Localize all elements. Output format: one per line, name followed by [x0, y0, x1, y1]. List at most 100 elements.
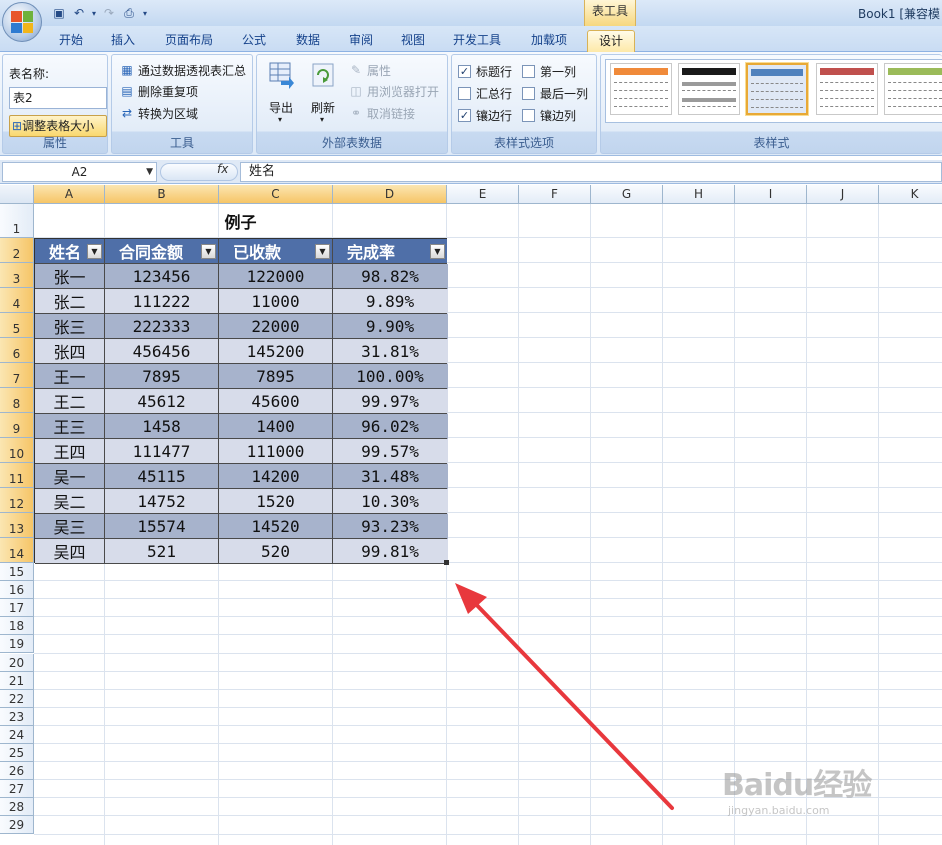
row-header-1[interactable]: 1 [0, 204, 34, 238]
row-header-11[interactable]: 11 [0, 463, 34, 488]
contract-amount-cell[interactable]: 456456 [105, 339, 219, 364]
completion-rate-cell[interactable]: 9.89% [333, 289, 447, 314]
contract-amount-cell[interactable]: 222333 [105, 314, 219, 339]
row-header-26[interactable]: 26 [0, 762, 34, 781]
completion-rate-cell[interactable]: 99.97% [333, 389, 447, 414]
row-header-22[interactable]: 22 [0, 689, 34, 708]
row-header-2[interactable]: 2 [0, 238, 34, 263]
row-header-6[interactable]: 6 [0, 338, 34, 363]
contract-amount-cell[interactable]: 45612 [105, 389, 219, 414]
row-header-29[interactable]: 29 [0, 816, 34, 835]
total-row-checkbox[interactable] [458, 87, 471, 100]
row-header-28[interactable]: 28 [0, 798, 34, 817]
row-header-3[interactable]: 3 [0, 263, 34, 288]
completion-rate-cell[interactable]: 99.81% [333, 539, 447, 564]
tab-insert[interactable]: 插入 [100, 30, 146, 52]
row-header-15[interactable]: 15 [0, 563, 34, 582]
contract-amount-cell[interactable]: 123456 [105, 264, 219, 289]
row-header-14[interactable]: 14 [0, 538, 34, 563]
contract-amount-cell[interactable]: 45115 [105, 464, 219, 489]
row-header-5[interactable]: 5 [0, 313, 34, 338]
completion-rate-cell[interactable]: 31.48% [333, 464, 447, 489]
save-icon[interactable]: ▣ [50, 4, 68, 22]
row-header-9[interactable]: 9 [0, 413, 34, 438]
name-cell[interactable]: 张四 [35, 339, 105, 364]
customize-toolbar-icon[interactable]: ▾ [140, 4, 150, 22]
tab-formulas[interactable]: 公式 [232, 30, 276, 52]
completion-rate-cell[interactable]: 99.57% [333, 439, 447, 464]
name-cell[interactable]: 张二 [35, 289, 105, 314]
contract-amount-cell[interactable]: 111222 [105, 289, 219, 314]
table-resize-handle[interactable] [444, 560, 449, 565]
completion-rate-cell[interactable]: 100.00% [333, 364, 447, 389]
tab-home[interactable]: 开始 [48, 30, 94, 52]
name-cell[interactable]: 吴二 [35, 489, 105, 514]
name-cell[interactable]: 王三 [35, 414, 105, 439]
table-style-swatch[interactable] [884, 63, 942, 115]
sheet-title-cell[interactable]: 例子 [34, 204, 447, 238]
row-header-19[interactable]: 19 [0, 635, 34, 654]
contract-amount-cell[interactable]: 15574 [105, 514, 219, 539]
table-style-swatch[interactable] [816, 63, 878, 115]
received-cell[interactable]: 11000 [219, 289, 333, 314]
received-cell[interactable]: 14200 [219, 464, 333, 489]
completion-rate-cell[interactable]: 96.02% [333, 414, 447, 439]
row-header-10[interactable]: 10 [0, 438, 34, 463]
row-header-23[interactable]: 23 [0, 707, 34, 726]
row-header-8[interactable]: 8 [0, 388, 34, 413]
received-cell[interactable]: 145200 [219, 339, 333, 364]
received-cell[interactable]: 122000 [219, 264, 333, 289]
filter-dropdown-icon[interactable]: ▼ [201, 243, 216, 259]
column-header-j[interactable]: J [807, 185, 879, 204]
received-cell[interactable]: 7895 [219, 364, 333, 389]
name-cell[interactable]: 吴三 [35, 514, 105, 539]
row-header-13[interactable]: 13 [0, 513, 34, 538]
redo-icon[interactable]: ↷ [100, 4, 118, 22]
completion-rate-cell[interactable]: 98.82% [333, 264, 447, 289]
filter-dropdown-icon[interactable]: ▼ [315, 243, 330, 259]
name-cell[interactable]: 吴一 [35, 464, 105, 489]
worksheet-grid[interactable]: ABCDEFGHIJK 1 2 3 4 5 6 7 8 9 10 11 12 13 14 15 16 17 18 1… [0, 185, 942, 845]
name-box-dropdown-icon[interactable]: ▼ [146, 163, 153, 181]
contract-amount-cell[interactable]: 111477 [105, 439, 219, 464]
print-preview-icon[interactable]: ⎙ [120, 4, 138, 22]
table-name-input[interactable]: 表2 [9, 87, 107, 109]
table-header-cell[interactable]: 完成率 ▼ [333, 239, 447, 264]
column-header-c[interactable]: C [219, 185, 333, 204]
name-cell[interactable]: 吴四 [35, 539, 105, 564]
tab-review[interactable]: 审阅 [340, 30, 382, 52]
undo-dropdown-icon[interactable]: ▾ [90, 4, 98, 22]
row-header-16[interactable]: 16 [0, 581, 34, 600]
name-cell[interactable]: 张三 [35, 314, 105, 339]
row-header-25[interactable]: 25 [0, 744, 34, 763]
table-header-cell[interactable]: 合同金额 ▼ [105, 239, 219, 264]
table-style-swatch[interactable] [678, 63, 740, 115]
tab-data[interactable]: 数据 [286, 30, 330, 52]
completion-rate-cell[interactable]: 93.23% [333, 514, 447, 539]
column-header-e[interactable]: E [447, 185, 519, 204]
row-header-27[interactable]: 27 [0, 780, 34, 799]
name-cell[interactable]: 王二 [35, 389, 105, 414]
undo-icon[interactable]: ↶ [70, 4, 88, 22]
tab-design[interactable]: 设计 [587, 30, 635, 52]
completion-rate-cell[interactable]: 9.90% [333, 314, 447, 339]
first-column-checkbox[interactable] [522, 65, 535, 78]
table-header-cell[interactable]: 已收款 ▼ [219, 239, 333, 264]
column-header-h[interactable]: H [663, 185, 735, 204]
row-header-7[interactable]: 7 [0, 363, 34, 388]
select-all-corner[interactable] [0, 185, 34, 204]
row-header-20[interactable]: 20 [0, 653, 34, 672]
received-cell[interactable]: 1400 [219, 414, 333, 439]
column-header-i[interactable]: I [735, 185, 807, 204]
row-header-24[interactable]: 24 [0, 725, 34, 744]
column-header-a[interactable]: A [34, 185, 105, 204]
received-cell[interactable]: 1520 [219, 489, 333, 514]
row-header-4[interactable]: 4 [0, 288, 34, 313]
row-header-21[interactable]: 21 [0, 671, 34, 690]
insert-function-icon[interactable]: fx [217, 162, 228, 176]
row-header-17[interactable]: 17 [0, 599, 34, 618]
column-header-b[interactable]: B [105, 185, 219, 204]
filter-dropdown-icon[interactable]: ▼ [430, 243, 445, 259]
received-cell[interactable]: 45600 [219, 389, 333, 414]
received-cell[interactable]: 14520 [219, 514, 333, 539]
